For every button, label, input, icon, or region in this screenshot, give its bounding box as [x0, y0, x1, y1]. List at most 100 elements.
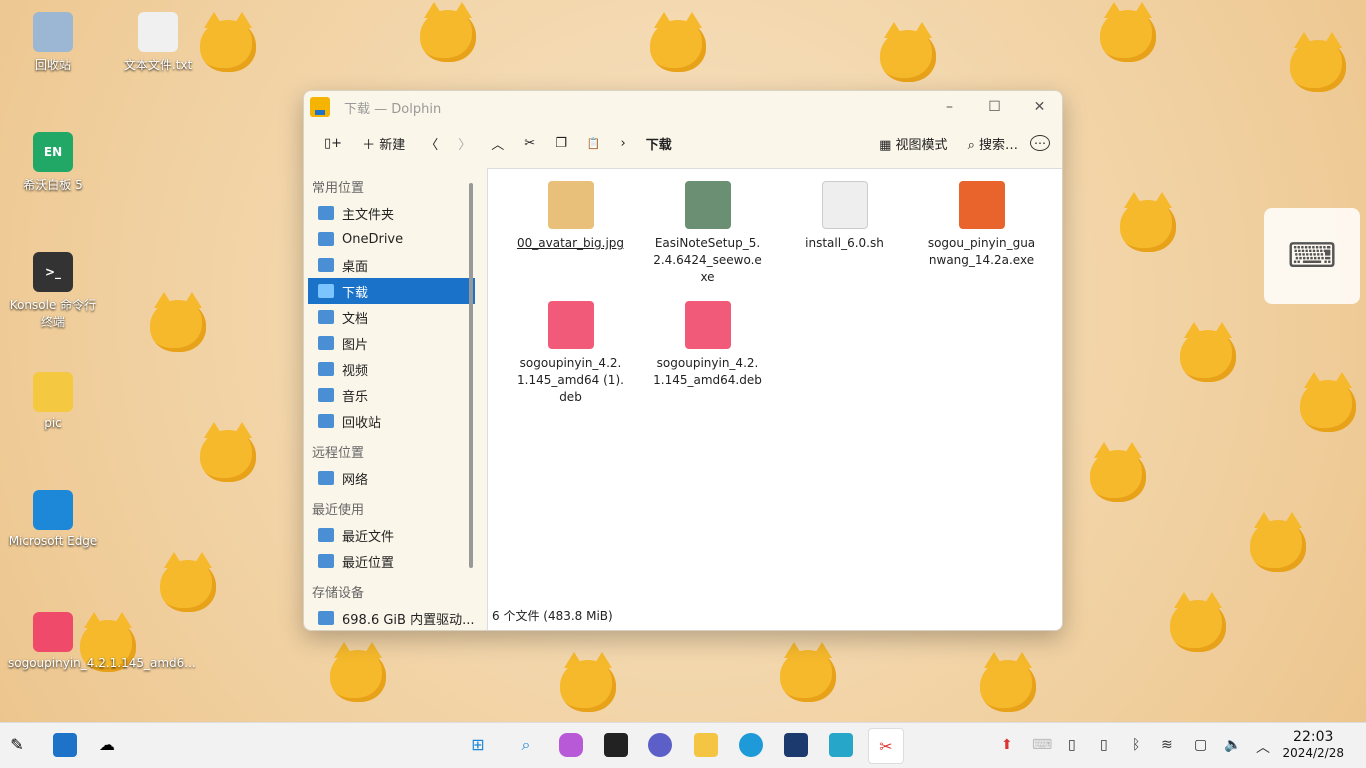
desktop-icon-label: pic [44, 416, 62, 430]
status-bar: 6 个文件 (483.8 MiB) [492, 609, 613, 623]
cut-button[interactable]: ✂ [516, 132, 543, 155]
sidebar-item-label: 网络 [342, 472, 369, 488]
clock[interactable]: 22:03 2024/2/28 [1282, 729, 1344, 761]
forward-button[interactable]: 〉 [450, 130, 479, 157]
file-name: sogou_pinyin_guanwang_14.2a.exe [927, 236, 1036, 267]
terminal-icon[interactable] [604, 733, 628, 757]
desktop-icon-image: >_ [33, 252, 73, 292]
place-icon [318, 554, 334, 568]
desktop-icon[interactable]: Microsoft Edge [8, 490, 98, 548]
sidebar-scrollbar[interactable] [469, 183, 473, 568]
file-item[interactable]: install_6.0.sh [776, 181, 913, 301]
title-bar[interactable]: 下载 — Dolphin – ☐ ✕ [304, 91, 1062, 123]
sidebar-item[interactable]: 桌面 [308, 252, 475, 278]
file-item[interactable]: sogoupinyin_4.2.1.145_amd64 (1).deb [502, 301, 639, 421]
pen-icon[interactable]: ✎ [5, 733, 29, 757]
place-icon [318, 528, 334, 542]
breadcrumb[interactable]: 下载 [638, 130, 680, 157]
sidebar-item[interactable]: 音乐 [308, 382, 475, 408]
keyboard-icon: ⌨ [1287, 236, 1337, 276]
edge-icon[interactable] [739, 733, 763, 757]
battery-icon[interactable]: ▯ [1068, 737, 1076, 753]
grid-icon: ▦ [879, 137, 892, 153]
sidebar-item[interactable]: 最近文件 [308, 522, 475, 548]
file-item[interactable]: sogoupinyin_4.2.1.145_amd64.deb [639, 301, 776, 421]
sidebar-item[interactable]: 最近位置 [308, 548, 475, 574]
keyboard-tray-icon[interactable]: ⌨ [1032, 737, 1052, 753]
search-icon[interactable]: ⌕ [514, 733, 538, 757]
wifi-icon[interactable]: ≋ [1161, 737, 1173, 753]
new-button[interactable]: ＋ 新建 [354, 130, 413, 157]
file-item[interactable]: sogou_pinyin_guanwang_14.2a.exe [913, 181, 1050, 301]
desktop-icon-label: sogoupinyin_4.2.1.145_amd6... [8, 656, 196, 670]
teams-icon[interactable] [648, 733, 672, 757]
desktop-icon-label: Microsoft Edge [8, 534, 98, 548]
start-icon[interactable]: ⊞ [466, 733, 490, 757]
sidebar-item[interactable]: 主文件夹 [308, 200, 475, 226]
usb-icon[interactable]: ▯ [1100, 737, 1108, 753]
desktop-icon[interactable]: sogoupinyin_4.2.1.145_amd6... [8, 612, 196, 670]
display-icon[interactable]: ▢ [1194, 737, 1207, 753]
sidebar-item-label: OneDrive [342, 231, 404, 247]
file-manager-icon[interactable] [694, 733, 718, 757]
sidebar-item[interactable]: OneDrive [308, 226, 475, 252]
desktop-icon[interactable]: pic [8, 372, 98, 430]
date: 2024/2/28 [1282, 746, 1344, 760]
widgets-icon[interactable] [53, 733, 77, 757]
close-button[interactable]: ✕ [1017, 99, 1062, 115]
paste-button[interactable]: 📋 [579, 133, 609, 154]
folder-icon [310, 97, 330, 117]
virtual-keyboard-widget[interactable]: ⌨ [1264, 208, 1360, 304]
sidebar-item-label: 桌面 [342, 259, 369, 275]
up-button[interactable]: ︿ [483, 130, 512, 157]
desktop-icon-label: 回收站 [34, 58, 71, 72]
desktop-icon[interactable]: 文本文件.txt [113, 12, 203, 73]
file-item[interactable]: 00_avatar_big.jpg [502, 181, 639, 301]
minimize-button[interactable]: – [927, 99, 972, 115]
desktop-icon[interactable]: 回收站 [8, 12, 98, 73]
update-icon[interactable]: ⬆ [1001, 737, 1013, 753]
cloud-sync-icon[interactable]: ☁ [95, 733, 119, 757]
plus-icon: ＋ [362, 137, 376, 153]
desktop-icon-label: Konsole 命令行终端 [9, 298, 97, 329]
copy-button[interactable]: ❐ [547, 132, 575, 155]
remote-desktop-icon[interactable] [829, 733, 853, 757]
place-icon [318, 258, 334, 272]
search-button[interactable]: ⌕ 搜索… [960, 130, 1026, 157]
sidebar-item[interactable]: 文档 [308, 304, 475, 330]
copilot-icon[interactable] [559, 733, 583, 757]
volume-icon[interactable]: 🔈 [1224, 737, 1241, 753]
sidebar-item-label: 视频 [342, 363, 369, 379]
file-icon [684, 181, 731, 229]
maximize-button[interactable]: ☐ [972, 99, 1017, 115]
store-icon[interactable] [784, 733, 808, 757]
sidebar-item[interactable]: 图片 [308, 330, 475, 356]
sidebar-section-title: 远程位置 [312, 446, 365, 461]
view-mode-button[interactable]: ▦ 视图模式 [871, 130, 955, 157]
file-name: sogoupinyin_4.2.1.145_amd64 (1).deb [517, 356, 624, 404]
sidebar-item[interactable]: 下载 [308, 278, 475, 304]
file-item[interactable]: EasiNoteSetup_5.2.4.6424_seewo.exe [639, 181, 776, 301]
sidebar-section-title: 常用位置 [312, 181, 365, 196]
sidebar-item[interactable]: 视频 [308, 356, 475, 382]
show-hidden-icons[interactable]: ︿ [1256, 737, 1270, 757]
desktop-icon-image [33, 612, 73, 652]
sidebar-section-title: 存储设备 [312, 586, 365, 601]
sidebar-item[interactable]: 回收站 [308, 408, 475, 434]
file-icon [821, 181, 868, 229]
back-button[interactable]: 〈 [417, 130, 446, 157]
sidebar-item[interactable]: 网络 [308, 465, 475, 491]
menu-button[interactable]: ⋯ [1030, 135, 1050, 151]
sidebar-item[interactable]: 698.6 GiB 内置驱动... [308, 605, 475, 630]
bluetooth-icon[interactable]: ᛒ [1132, 737, 1140, 753]
desktop-icon[interactable]: >_ Konsole 命令行终端 [8, 252, 98, 330]
new-tab-button[interactable]: ▯+ [316, 132, 350, 155]
desktop-icon-label: 文本文件.txt [123, 58, 193, 72]
sidebar-item-label: 音乐 [342, 389, 369, 405]
file-name: 00_avatar_big.jpg [516, 236, 625, 250]
desktop-icon[interactable]: EN 希沃白板 5 [8, 132, 98, 193]
file-view: 00_avatar_big.jpg EasiNoteSetup_5.2.4.642… [487, 168, 1062, 630]
sidebar-section-title: 最近使用 [312, 503, 365, 518]
snipping-tool-icon[interactable]: ✂ [868, 728, 904, 764]
time: 22:03 [1293, 729, 1334, 745]
